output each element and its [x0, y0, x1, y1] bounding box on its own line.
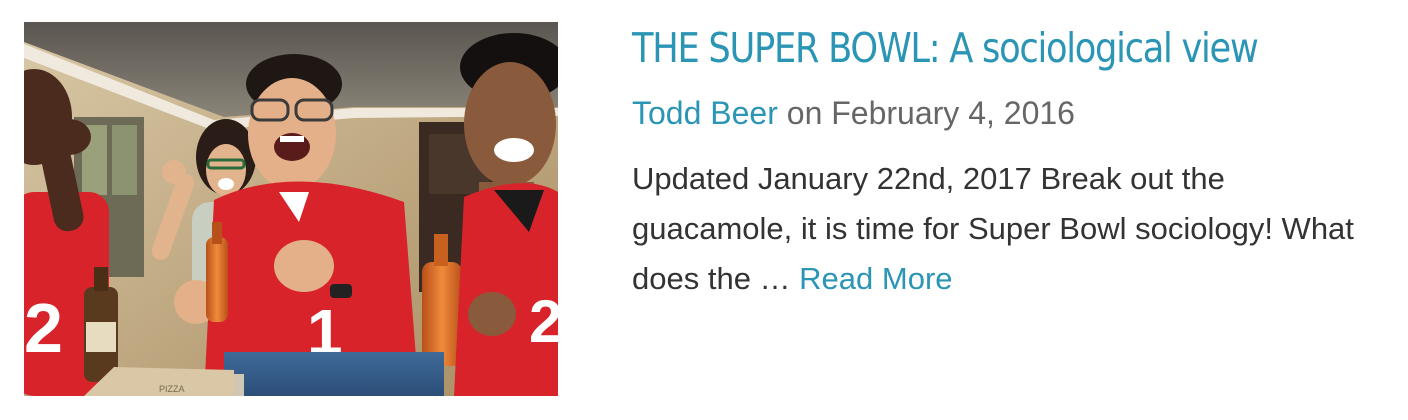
post-excerpt: Updated January 22nd, 2017 Break out the…: [632, 154, 1377, 304]
read-more-link[interactable]: Read More: [799, 261, 952, 296]
date-prefix: on: [786, 95, 823, 131]
post-thumbnail-link[interactable]: 2 1 2 PIZZA: [24, 22, 558, 396]
post-title[interactable]: THE SUPER BOWL: A sociological view: [632, 22, 1286, 74]
post-text-column: THE SUPER BOWL: A sociological view Todd…: [632, 22, 1392, 304]
svg-text:2: 2: [529, 288, 558, 355]
post-date: February 4, 2016: [831, 95, 1075, 131]
svg-text:2: 2: [24, 289, 63, 367]
post-meta: Todd Beer on February 4, 2016: [632, 92, 1392, 134]
excerpt-text: Updated January 22nd, 2017 Break out the…: [632, 161, 1354, 296]
author-link[interactable]: Todd Beer: [632, 95, 778, 131]
post-thumbnail-image: 2 1 2 PIZZA: [24, 22, 558, 396]
pizza-box-text: PIZZA: [159, 384, 185, 394]
blog-post-card: 2 1 2 PIZZA THE SUPER BOWL: A sociologic…: [0, 0, 1408, 420]
